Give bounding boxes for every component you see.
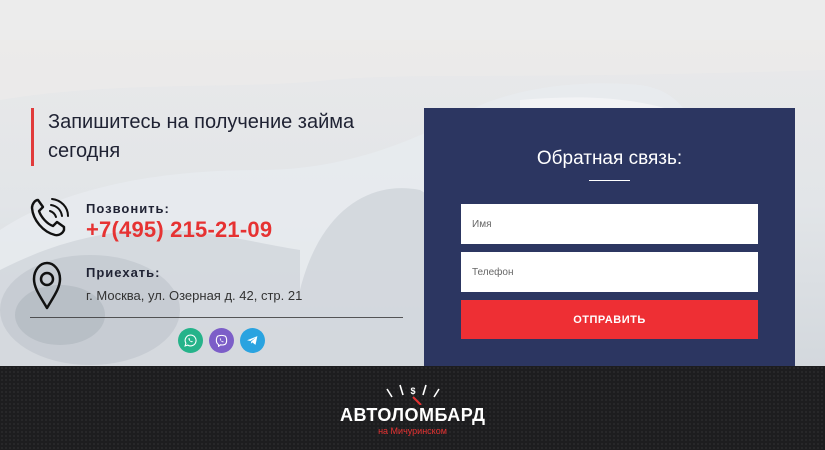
whatsapp-button[interactable] [178, 328, 203, 353]
viber-button[interactable] [209, 328, 234, 353]
form-title: Обратная связь: [536, 148, 683, 169]
telegram-icon [247, 336, 258, 345]
site-logo[interactable]: $ АВТОЛОМБАРД на Мичуринском [340, 383, 485, 438]
logo-rays-icon: $ [386, 384, 440, 405]
phone-text: Позвонить: +7(495) 215-21-09 [86, 201, 272, 243]
social-links [178, 328, 265, 353]
address-value: г. Москва, ул. Озерная д. 42, стр. 21 [86, 288, 303, 303]
phone-number-link[interactable]: +7(495) 215-21-09 [86, 217, 272, 243]
submit-button[interactable]: ОТПРАВИТЬ [461, 300, 758, 339]
map-pin-icon [32, 261, 62, 310]
phone-input[interactable] [461, 252, 758, 292]
address-label: Приехать: [86, 265, 161, 280]
logo-subtitle: на Мичуринском [378, 426, 447, 436]
page-heading: Запишитесь на получение займа сегодня [48, 111, 355, 162]
feedback-form-panel: Обратная связь: ОТПРАВИТЬ [424, 108, 795, 378]
address-text: Приехать: г. Москва, ул. Озерная д. 42, … [86, 265, 302, 303]
telegram-button[interactable] [240, 328, 265, 353]
svg-text:$: $ [410, 386, 415, 396]
logo-text: АВТОЛОМБАРД [340, 405, 486, 425]
phone-label: Позвонить: [86, 201, 170, 216]
title-underline [589, 180, 630, 181]
phone-icon [30, 198, 69, 237]
whatsapp-icon [184, 334, 197, 347]
heading-block: Запишитесь на получение займа сегодня [31, 108, 411, 166]
divider-line [30, 317, 403, 318]
viber-icon [215, 334, 228, 347]
name-input[interactable] [461, 204, 758, 244]
